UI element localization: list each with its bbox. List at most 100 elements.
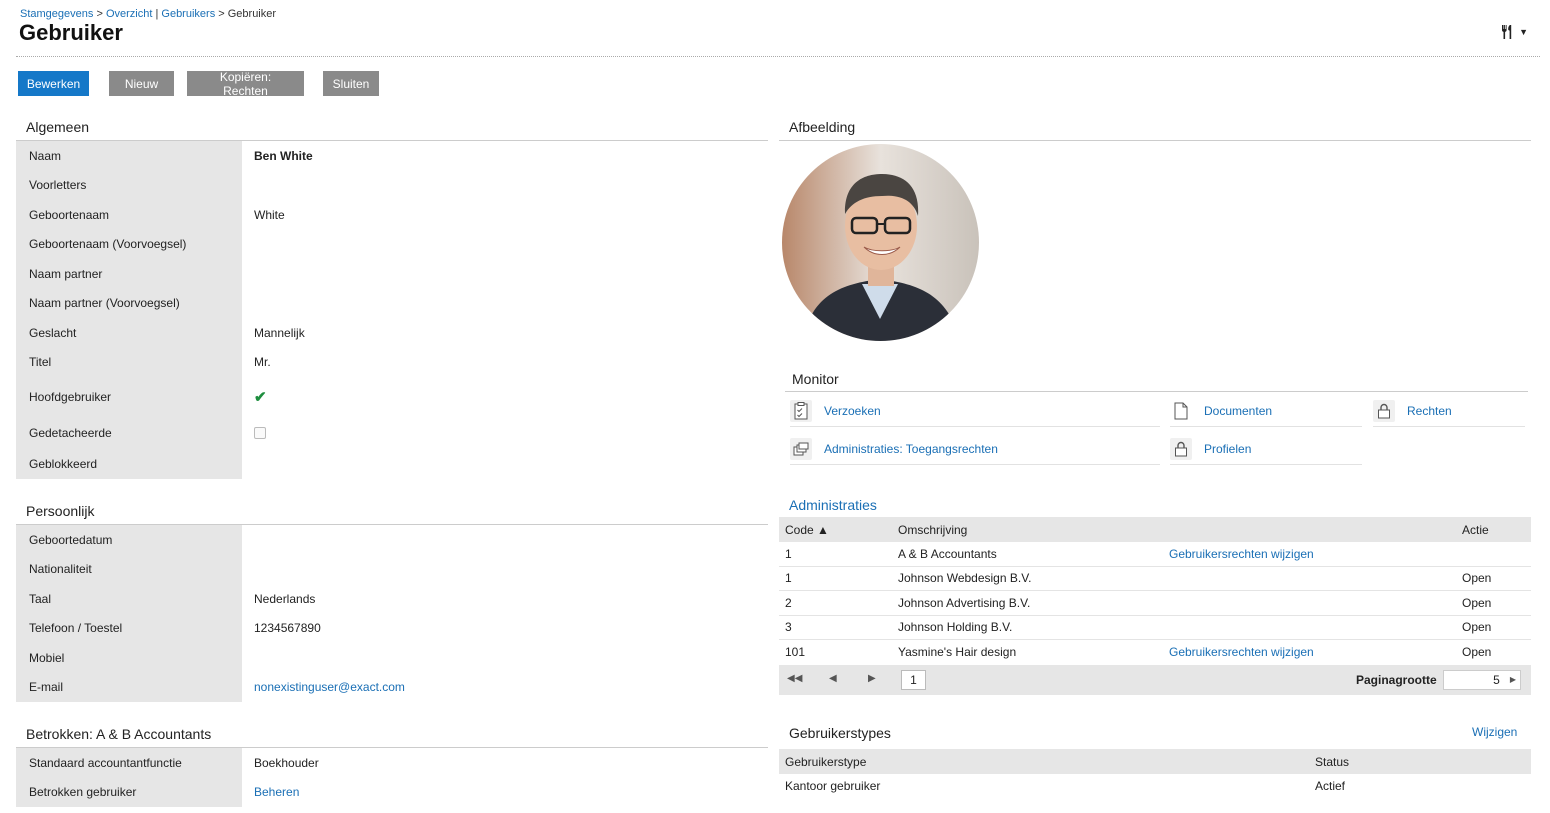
header-divider [16, 56, 1540, 57]
form-value-birth-name: White [254, 207, 285, 222]
monitor-item-administration-access[interactable]: Administraties: Toegangsrechten [790, 434, 1160, 465]
table-row[interactable]: 101 Yasmine's Hair design Gebruikersrech… [779, 640, 1531, 665]
form-label: Geblokkeerd [16, 449, 242, 479]
form-value-birth-name-prefix [242, 230, 254, 260]
form-value-mobile [242, 643, 254, 673]
form-label: Nationaliteit [16, 554, 242, 584]
table-header: Code ▲ Omschrijving Actie [779, 517, 1531, 542]
monitor-item-documents[interactable]: Documenten [1170, 396, 1362, 427]
avatar [782, 144, 979, 341]
breadcrumb-link-gebruikers[interactable]: Gebruikers [161, 8, 215, 20]
change-user-rights-link[interactable]: Gebruikersrechten wijzigen [1169, 547, 1314, 561]
form-row-initials: Voorletters [16, 170, 768, 200]
open-action[interactable]: Open [1462, 645, 1491, 659]
document-icon [1170, 400, 1192, 422]
form-label: Titel [16, 347, 242, 377]
breadcrumb-link-stamgegevens[interactable]: Stamgegevens [20, 8, 93, 20]
breadcrumb: Stamgegevens > Overzicht | Gebruikers > … [20, 8, 276, 20]
administration-access-link[interactable]: Administraties: Toegangsrechten [824, 442, 998, 456]
column-header-status[interactable]: Status [1315, 755, 1349, 769]
form-label: Hoofdgebruiker [16, 377, 242, 416]
form-label: Mobiel [16, 643, 242, 673]
profiles-link[interactable]: Profielen [1204, 442, 1251, 456]
manage-link[interactable]: Beheren [254, 785, 299, 799]
table-row[interactable]: 1 A & B Accountants Gebruikersrechten wi… [779, 542, 1531, 567]
cell-code: 1 [785, 546, 792, 561]
previous-page-icon[interactable]: ◀ [829, 673, 837, 684]
first-page-icon[interactable]: ◀◀ [787, 673, 802, 684]
breadcrumb-link-overzicht[interactable]: Overzicht [106, 8, 152, 20]
form-row-birth-date: Geboortedatum [16, 525, 768, 555]
form-row-phone: Telefoon / Toestel 1234567890 [16, 613, 768, 643]
administrations-table: Code ▲ Omschrijving Actie 1 A & B Accoun… [779, 517, 1531, 695]
open-action[interactable]: Open [1462, 620, 1491, 634]
form-label: Geslacht [16, 318, 242, 348]
seconded-checkbox[interactable] [254, 426, 266, 439]
edit-user-types-link[interactable]: Wijzigen [1472, 725, 1517, 739]
column-header-action[interactable]: Actie [1462, 523, 1489, 537]
section-title-general: Algemeen [26, 119, 90, 135]
open-action[interactable]: Open [1462, 596, 1491, 610]
form-row-name: Naam Ben White [16, 141, 768, 171]
section-title-monitor: Monitor [792, 371, 839, 387]
form-value-nationality [242, 555, 254, 585]
open-action[interactable]: Open [1462, 571, 1491, 585]
monitor-item-rights[interactable]: Rechten [1373, 396, 1525, 427]
monitor-item-profiles[interactable]: Profielen [1170, 434, 1362, 465]
chevron-right-icon: ▶ [1509, 675, 1516, 684]
monitor-item-requests[interactable]: Verzoeken [790, 396, 1160, 427]
requests-link[interactable]: Verzoeken [824, 404, 881, 418]
column-header-description[interactable]: Omschrijving [898, 523, 967, 537]
form-label: Voorletters [16, 170, 242, 200]
form-row-email: E-mail nonexistinguser@exact.com [16, 672, 768, 703]
table-row[interactable]: 1 Johnson Webdesign B.V. Open [779, 567, 1531, 591]
form-label: Naam [16, 141, 242, 171]
page-size-label: Paginagrootte [1356, 672, 1437, 687]
page-size-select[interactable]: 5 ▶ [1443, 669, 1521, 690]
cell-description: Yasmine's Hair design [898, 645, 1017, 660]
page-number-input[interactable]: 1 [901, 669, 926, 690]
column-header-user-type[interactable]: Gebruikerstype [785, 755, 866, 769]
form-value-email: nonexistinguser@exact.com [242, 673, 405, 703]
table-row[interactable]: Kantoor gebruiker Actief [779, 774, 1531, 799]
documents-link[interactable]: Documenten [1204, 404, 1272, 418]
new-button[interactable]: Nieuw [109, 71, 174, 96]
section-title-user-types: Gebruikerstypes [789, 725, 891, 741]
form-row-nationality: Nationaliteit [16, 554, 768, 585]
form-row-partner-name: Naam partner [16, 259, 768, 289]
form-label: E-mail [16, 672, 242, 702]
form-row-mobile: Mobiel [16, 643, 768, 673]
section-title-involved: Betrokken: A & B Accountants [26, 726, 212, 742]
page-size-value: 5 [1493, 672, 1500, 687]
close-button[interactable]: Sluiten [323, 71, 379, 96]
administrations-title-link[interactable]: Administraties [789, 497, 877, 513]
form-value-partner-name-prefix [242, 289, 254, 319]
cell-description: Johnson Webdesign B.V. [898, 571, 1032, 586]
rights-link[interactable]: Rechten [1407, 404, 1452, 418]
change-user-rights-link[interactable]: Gebruikersrechten wijzigen [1169, 645, 1314, 659]
user-types-table: Gebruikerstype Status Kantoor gebruiker … [779, 749, 1531, 799]
form-label: Gedetacheerde [16, 416, 242, 449]
column-header-code[interactable]: Code ▲ [785, 523, 829, 537]
tools-menu-button[interactable]: ▼ [1499, 24, 1528, 40]
table-row[interactable]: 2 Johnson Advertising B.V. Open [779, 591, 1531, 616]
form-value-seconded [242, 416, 266, 449]
form-value-accountant-function: Boekhouder [254, 755, 319, 770]
copy-rights-button[interactable]: Kopiëren: Rechten [187, 70, 304, 98]
form-value-blocked [242, 449, 254, 479]
personal-form: Geboortedatum Nationaliteit Taal Nederla… [16, 525, 768, 702]
next-page-icon[interactable]: ▶ [868, 673, 876, 684]
pagination-bar: ◀◀ ◀ ▶ 1 Paginagrootte 5 ▶ [779, 664, 1531, 695]
cell-code: 101 [785, 645, 806, 660]
edit-button[interactable]: Bewerken [18, 71, 89, 96]
form-row-accountant-function: Standaard accountantfunctie Boekhouder [16, 748, 768, 778]
form-row-birth-name-prefix: Geboortenaam (Voorvoegsel) [16, 229, 768, 260]
cell-description: A & B Accountants [898, 546, 997, 561]
table-row[interactable]: 3 Johnson Holding B.V. Open [779, 616, 1531, 640]
email-link[interactable]: nonexistinguser@exact.com [254, 680, 405, 694]
form-label: Telefoon / Toestel [16, 613, 242, 643]
involved-form: Standaard accountantfunctie Boekhouder B… [16, 748, 768, 807]
form-row-title: Titel Mr. [16, 347, 768, 377]
form-label: Taal [16, 584, 242, 614]
cell-code: 1 [785, 571, 792, 586]
